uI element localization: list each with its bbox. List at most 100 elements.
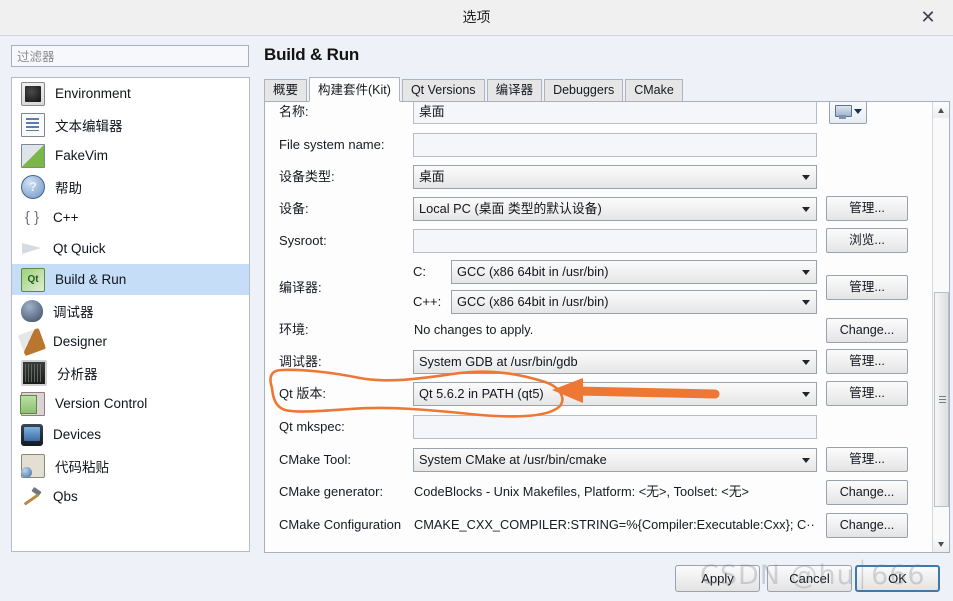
device-type-label: 设备类型: xyxy=(279,169,335,184)
window-title: 选项 xyxy=(462,9,491,25)
device-label: 设备: xyxy=(279,201,309,216)
sysroot-label: Sysroot: xyxy=(279,233,327,248)
sidebar-item-label: Devices xyxy=(53,427,102,442)
device-type-value: 桌面 xyxy=(419,169,445,184)
cmake-tool-select[interactable]: System CMake at /usr/bin/cmake xyxy=(413,448,817,472)
qt-version-manage-button[interactable]: 管理... xyxy=(826,381,908,406)
sidebar-item-qbs[interactable]: Qbs xyxy=(12,481,249,512)
file-system-name-label: File system name: xyxy=(279,137,385,152)
cmake-generator-label: CMake generator: xyxy=(279,484,384,499)
sidebar-item-label: 分析器 xyxy=(57,366,98,382)
qt-version-value: Qt 5.6.2 in PATH (qt5) xyxy=(419,386,544,401)
tab-compilers[interactable]: 编译器 xyxy=(486,79,543,101)
page-title: Build & Run xyxy=(264,45,360,64)
sidebar-item-code-paste[interactable]: 代码粘贴 xyxy=(12,450,249,481)
sidebar-item-help[interactable]: 帮助 xyxy=(12,171,249,202)
compiler-cpp-label: C++: xyxy=(413,294,442,309)
sidebar-item-analyzer[interactable]: 分析器 xyxy=(12,357,249,388)
sysroot-browse-button[interactable]: 浏览... xyxy=(826,228,908,253)
cmake-tool-manage-button[interactable]: 管理... xyxy=(826,447,908,472)
cmake-tool-value: System CMake at /usr/bin/cmake xyxy=(419,452,607,467)
tab-qt-versions[interactable]: Qt Versions xyxy=(401,79,485,101)
tab-overview[interactable]: 概要 xyxy=(264,79,308,101)
dialog-footer: Apply Cancel OK xyxy=(0,553,953,601)
sidebar-item-label: Qbs xyxy=(53,489,78,504)
sidebar-item-devices[interactable]: Devices xyxy=(12,419,249,450)
tab-kits[interactable]: 构建套件(Kit) xyxy=(309,77,400,102)
name-input[interactable]: 桌面 xyxy=(413,102,817,124)
cmake-tool-label: CMake Tool: xyxy=(279,452,352,467)
close-icon[interactable]: ✕ xyxy=(913,4,943,30)
sidebar-item-label: 代码粘贴 xyxy=(55,459,109,475)
chevron-down-icon xyxy=(802,300,810,305)
sidebar-item-fakevim[interactable]: FakeVim xyxy=(12,140,249,171)
debugger-value: System GDB at /usr/bin/gdb xyxy=(419,354,578,369)
chevron-down-icon xyxy=(802,207,810,212)
monitor-dropdown-icon[interactable] xyxy=(829,102,867,124)
paper-plane-icon xyxy=(21,238,43,260)
sidebar-item-designer[interactable]: Designer xyxy=(12,326,249,357)
name-label: 名称: xyxy=(279,104,309,119)
search-input[interactable]: 过滤器 xyxy=(11,45,249,67)
qt-mkspec-input[interactable] xyxy=(413,415,817,439)
sidebar-item-cpp[interactable]: C++ xyxy=(12,202,249,233)
sidebar-item-build-and-run[interactable]: Build & Run xyxy=(12,264,249,295)
sysroot-input[interactable] xyxy=(413,229,817,253)
scrollbar-thumb[interactable] xyxy=(934,292,949,507)
analyzer-icon xyxy=(21,359,47,386)
cancel-button[interactable]: Cancel xyxy=(767,565,852,592)
debugger-bug-icon xyxy=(21,299,43,322)
title-bar: 选项 ✕ xyxy=(0,0,953,36)
tab-bar: 概要 构建套件(Kit) Qt Versions 编译器 Debuggers C… xyxy=(264,77,950,102)
fakevim-icon xyxy=(21,143,45,168)
sidebar-item-label: Qt Quick xyxy=(53,241,106,256)
cmake-configuration-label: CMake Configuration xyxy=(279,517,402,532)
sidebar-item-text-editor[interactable]: 文本编辑器 xyxy=(12,109,249,140)
sidebar-item-qt-quick[interactable]: Qt Quick xyxy=(12,233,249,264)
device-select[interactable]: Local PC (桌面 类型的默认设备) xyxy=(413,197,817,221)
device-manage-button[interactable]: 管理... xyxy=(826,196,908,221)
scroll-up-icon[interactable] xyxy=(933,102,949,118)
sidebar-item-label: Environment xyxy=(55,86,131,101)
scroll-down-icon[interactable] xyxy=(933,536,949,552)
debugger-label: 调试器: xyxy=(279,354,322,369)
environment-label: 环境: xyxy=(279,322,309,337)
braces-icon xyxy=(21,207,43,229)
file-system-name-input[interactable] xyxy=(413,133,817,157)
sidebar-item-version-control[interactable]: Version Control xyxy=(12,388,249,419)
sidebar-item-label: 调试器 xyxy=(53,304,94,320)
compiler-c-label: C: xyxy=(413,264,426,279)
chevron-down-icon xyxy=(802,360,810,365)
debugger-select[interactable]: System GDB at /usr/bin/gdb xyxy=(413,350,817,374)
compilers-manage-button[interactable]: 管理... xyxy=(826,275,908,300)
compilers-label: 编译器: xyxy=(279,280,322,295)
device-type-select[interactable]: 桌面 xyxy=(413,165,817,189)
sidebar-item-label: Version Control xyxy=(55,396,148,411)
chevron-down-icon xyxy=(802,458,810,463)
options-dialog: 选项 ✕ 过滤器 Build & Run Environment 文本编辑器 F… xyxy=(0,0,953,601)
cmake-generator-value: CodeBlocks - Unix Makefiles, Platform: <… xyxy=(414,484,749,499)
sidebar-item-label: Build & Run xyxy=(55,272,127,287)
sidebar-item-debugger[interactable]: 调试器 xyxy=(12,295,249,326)
qt-version-select[interactable]: Qt 5.6.2 in PATH (qt5) xyxy=(413,382,817,406)
kit-settings-panel: 名称: 桌面 File system name: 设备类型: 桌面 设备: Lo… xyxy=(264,101,950,553)
debugger-manage-button[interactable]: 管理... xyxy=(826,349,908,374)
environment-change-button[interactable]: Change... xyxy=(826,318,908,343)
cmake-generator-change-button[interactable]: Change... xyxy=(826,480,908,505)
tab-cmake[interactable]: CMake xyxy=(625,79,683,101)
ok-button[interactable]: OK xyxy=(855,565,940,592)
environment-value: No changes to apply. xyxy=(414,322,534,337)
tab-debuggers[interactable]: Debuggers xyxy=(544,79,624,101)
hammer-icon xyxy=(21,486,43,508)
panel-scrollbar[interactable] xyxy=(932,102,949,552)
sidebar-item-environment[interactable]: Environment xyxy=(12,78,249,109)
compiler-cpp-select[interactable]: GCC (x86 64bit in /usr/bin) xyxy=(451,290,817,314)
compiler-c-select[interactable]: GCC (x86 64bit in /usr/bin) xyxy=(451,260,817,284)
apply-button[interactable]: Apply xyxy=(675,565,760,592)
help-icon xyxy=(21,174,45,199)
compiler-c-value: GCC (x86 64bit in /usr/bin) xyxy=(457,264,609,279)
device-value: Local PC (桌面 类型的默认设备) xyxy=(419,201,602,216)
chevron-down-icon xyxy=(802,392,810,397)
cmake-configuration-change-button[interactable]: Change... xyxy=(826,513,908,538)
text-editor-icon xyxy=(21,112,45,137)
